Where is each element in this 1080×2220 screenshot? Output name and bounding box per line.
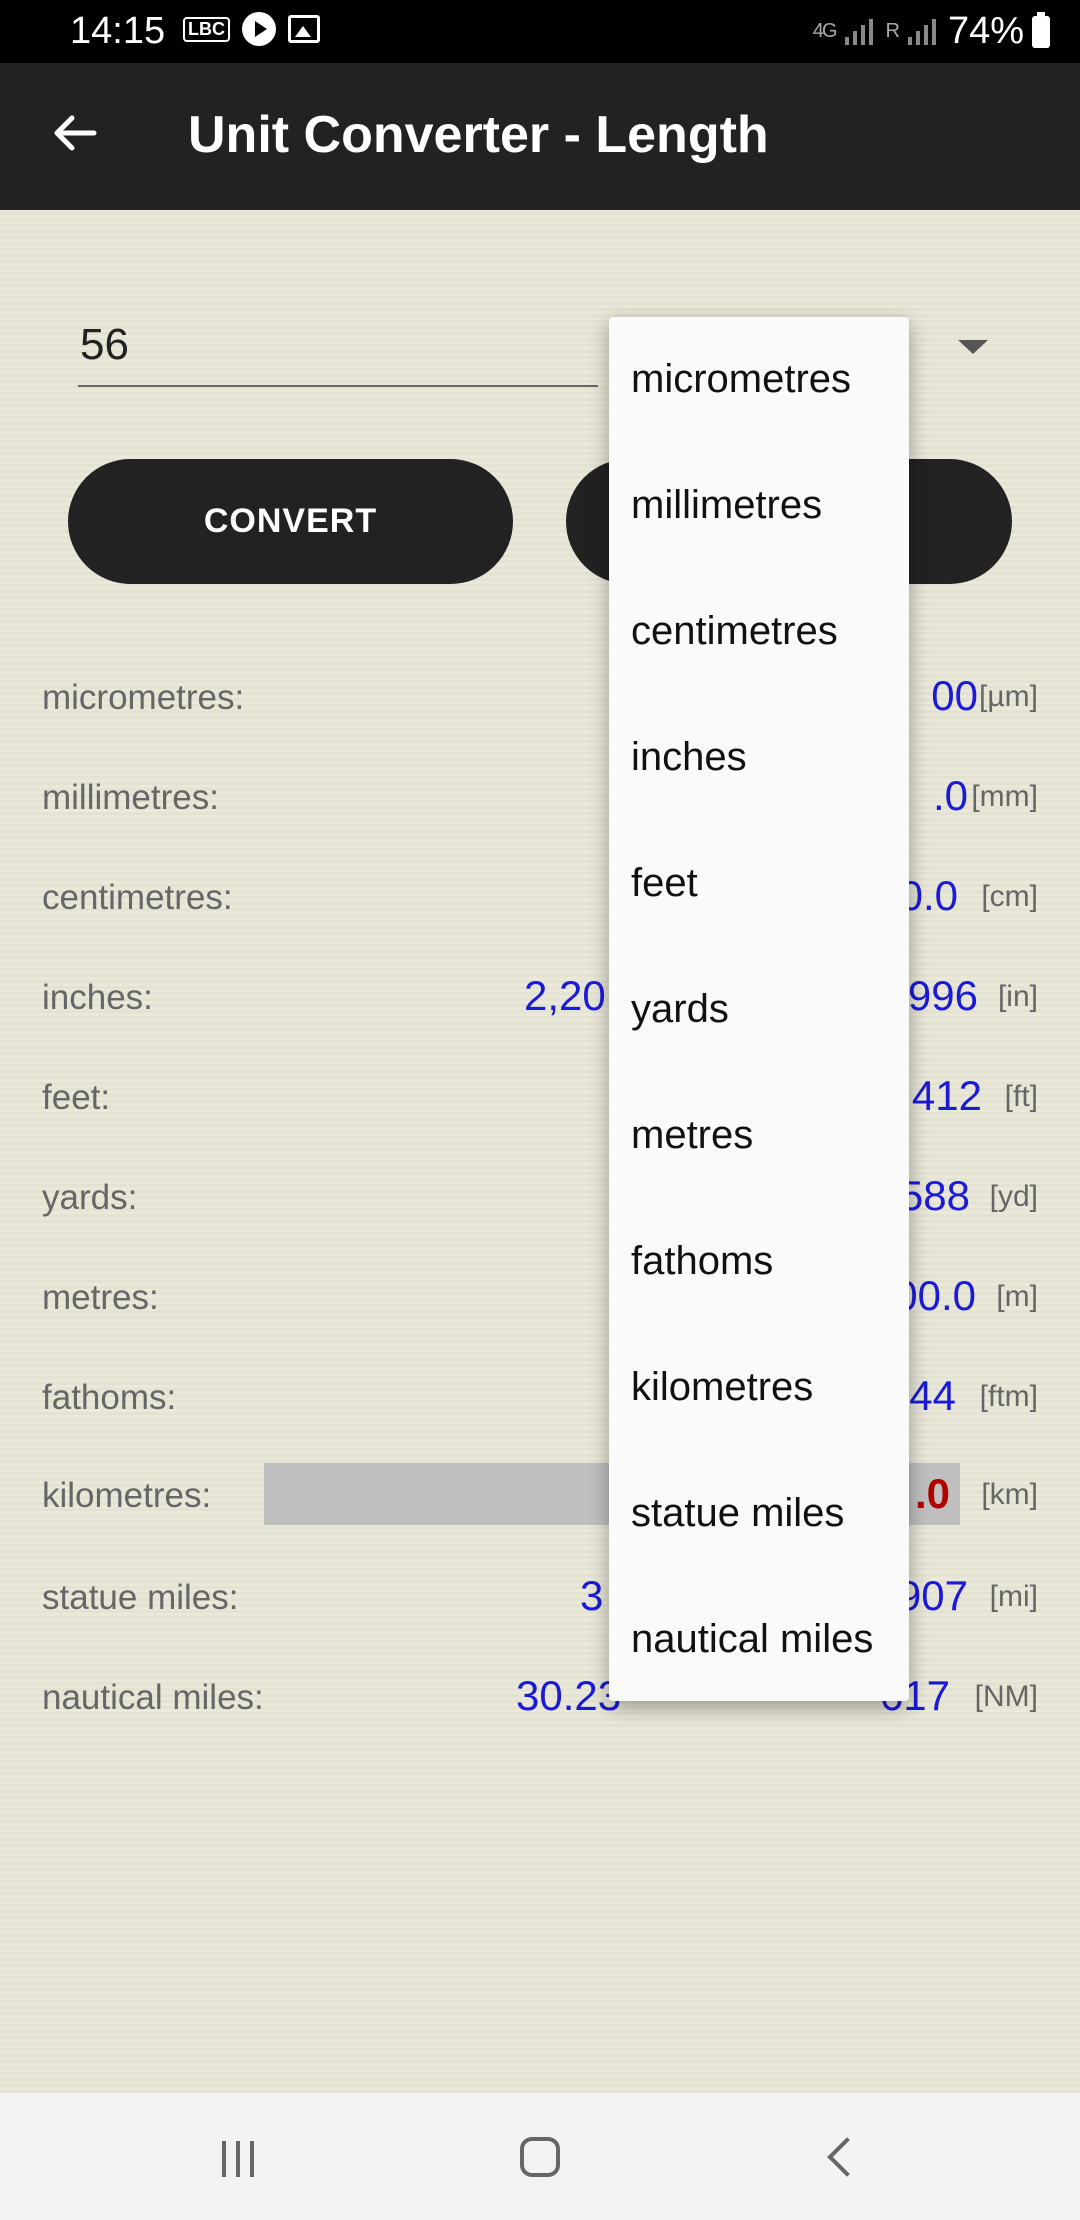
image-icon [288,15,320,43]
result-unit: [ftm] [979,1380,1038,1413]
dropdown-item-micrometres[interactable]: micrometres [631,357,851,402]
result-value: 588 [899,1172,970,1219]
system-icons: 4G R 74% [813,10,1050,53]
back-arrow-icon[interactable] [50,108,100,158]
signal-icon [845,18,874,45]
result-row-metres: metres: 00.0 [m] [0,1270,1080,1330]
result-value: .0 [914,1470,950,1517]
lbc-icon: LBC [183,16,230,42]
dropdown-item-yards[interactable]: yards [631,987,729,1032]
result-label: centimetres: [42,878,233,917]
dropdown-item-feet[interactable]: feet [631,861,698,906]
battery-icon [1032,11,1050,48]
result-label: fathoms: [42,1378,177,1417]
result-row-kilometres: kilometres: .0 [km] [0,1468,1080,1528]
result-row-millimetres: millimetres: .0 [mm] [0,770,1080,830]
dropdown-item-nautical-miles[interactable]: nautical miles [631,1617,873,1662]
result-row-centimetres: centimetres: 0.0 [cm] [0,870,1080,930]
result-value: .0 [932,772,968,819]
result-row-nautical-miles: nautical miles: 30.23 617 [NM] [0,1670,1080,1730]
result-label: millimetres: [42,778,219,817]
dropdown-item-fathoms[interactable]: fathoms [631,1239,773,1284]
dropdown-item-metres[interactable]: metres [631,1113,753,1158]
system-nav-bar [0,2093,1080,2220]
result-value: 44 [909,1372,956,1419]
result-value: 996 [907,972,978,1019]
signal-icon-2 [907,18,936,45]
status-bar: 14:15 LBC 4G R 74% [0,0,1080,63]
result-unit: [m] [996,1280,1038,1313]
result-value-left: 3 [580,1572,604,1619]
home-icon[interactable] [520,2137,560,2177]
battery-percentage: 74% [947,10,1024,52]
result-row-fathoms: fathoms: 44 [ftm] [0,1370,1080,1430]
result-row-micrometres: micrometres: 00 [µm] [0,670,1080,730]
result-unit: [ft] [1004,1080,1038,1113]
app-bar: Unit Converter - Length [0,63,1080,210]
result-value: 412 [911,1072,982,1119]
dropdown-item-inches[interactable]: inches [631,735,747,780]
result-label: metres: [42,1278,159,1317]
result-row-inches: inches: 2,20 996 [in] [0,970,1080,1030]
result-unit: [µm] [979,680,1038,713]
unit-spinner-arrow-icon[interactable] [958,340,988,354]
unit-dropdown-menu: micrometres millimetres centimetres inch… [609,317,909,1701]
value-input-field[interactable] [78,315,598,387]
result-value-left: 2,20 [524,972,606,1019]
result-row-feet: feet: 412 [ft] [0,1070,1080,1130]
result-label: nautical miles: [42,1678,264,1717]
result-label: yards: [42,1178,138,1217]
result-row-yards: yards: 588 [yd] [0,1170,1080,1230]
result-unit: [mi] [989,1580,1038,1613]
convert-button[interactable]: CONVERT [68,459,513,584]
result-label: inches: [42,978,153,1017]
result-unit: [mm] [971,780,1038,813]
roaming-icon: R [885,20,900,42]
result-unit: [yd] [989,1180,1038,1213]
result-unit: [cm] [981,880,1038,913]
result-unit: [in] [997,980,1038,1013]
nav-back-icon[interactable] [827,2137,867,2177]
play-icon [242,12,276,46]
result-label: feet: [42,1078,111,1117]
notification-icons: LBC [183,12,320,46]
status-time: 14:15 [70,10,166,52]
dropdown-item-kilometres[interactable]: kilometres [631,1365,813,1410]
result-unit: [NM] [974,1680,1038,1713]
dropdown-item-millimetres[interactable]: millimetres [631,483,822,528]
dropdown-item-statue-miles[interactable]: statue miles [631,1491,844,1536]
result-label: kilometres: [42,1476,212,1515]
wifi-4g-icon: 4G [812,20,838,42]
result-label: statue miles: [42,1578,239,1617]
result-label: micrometres: [42,678,245,717]
dropdown-item-centimetres[interactable]: centimetres [631,609,838,654]
page-title: Unit Converter - Length [188,106,769,164]
recents-icon[interactable] [222,2141,254,2177]
result-value: 00 [931,672,978,719]
result-value: 30.23 [516,1672,622,1719]
result-unit: [km] [981,1478,1038,1511]
result-row-statue-miles: statue miles: 3 907 [mi] [0,1570,1080,1630]
value-input[interactable] [78,319,582,371]
